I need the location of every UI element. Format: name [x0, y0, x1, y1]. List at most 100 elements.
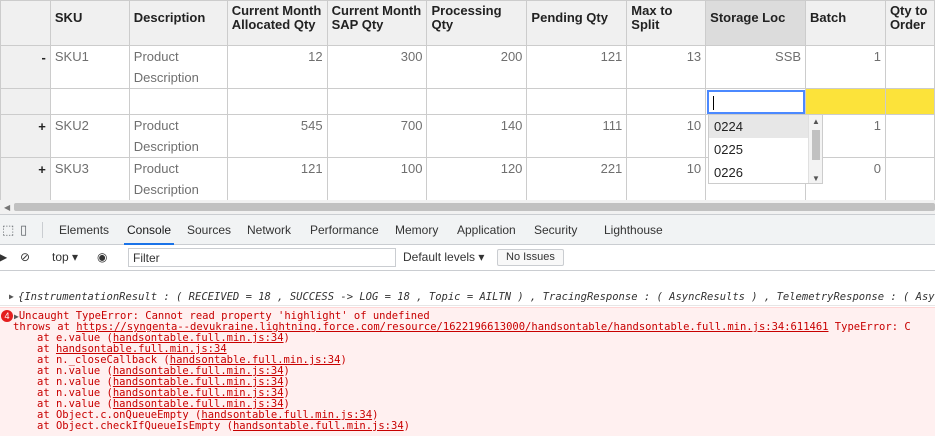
frame-link[interactable]: handsontable.full.min.js:34 — [233, 420, 404, 432]
header-qty-to-order[interactable]: Qty to Order — [884, 0, 935, 46]
row-expand-toggle[interactable]: + — [0, 157, 51, 200]
header-current-month-sap-qty[interactable]: Current Month SAP Qty — [326, 0, 428, 46]
cell-sku[interactable]: SKU1 — [49, 45, 130, 89]
cell-batch-highlighted[interactable] — [805, 88, 886, 115]
issues-button[interactable]: No Issues — [497, 249, 564, 266]
cell-processing-qty[interactable]: 120 — [426, 157, 528, 200]
tab-security[interactable]: Security — [531, 215, 580, 245]
tab-lighthouse[interactable]: Lighthouse — [601, 215, 666, 245]
inspect-element-icon[interactable]: ⬚ — [2, 222, 14, 238]
header-sku[interactable]: SKU — [49, 0, 130, 46]
scrollbar-thumb[interactable] — [14, 203, 935, 211]
frame-prefix: at Object.checkIfQueueIsEmpty ( — [37, 420, 233, 432]
divider — [42, 222, 43, 238]
device-toolbar-icon[interactable]: ▯ — [20, 222, 27, 238]
console-error-message: 4 ▶Uncaught TypeError: Cannot read prope… — [0, 307, 935, 436]
header-description[interactable]: Description — [128, 0, 228, 46]
cell-qty-to-order-highlighted[interactable] — [884, 88, 935, 115]
cell-processing-qty[interactable] — [426, 88, 528, 115]
sidebar-toggle-icon[interactable]: ▶ — [0, 250, 7, 264]
expand-arrow-icon[interactable]: ▶ — [9, 288, 14, 305]
frame-suffix: ) — [340, 354, 347, 366]
cell-processing-qty[interactable]: 140 — [426, 114, 528, 158]
tab-network[interactable]: Network — [244, 215, 294, 245]
cell-description[interactable]: Product Description — [128, 114, 228, 158]
dropdown-option[interactable]: 0224 — [709, 115, 822, 138]
cell-current-month-sap-qty[interactable] — [326, 88, 428, 115]
cell-current-month-allocated-qty[interactable]: 121 — [226, 157, 328, 200]
cell-description[interactable]: Product Description — [128, 157, 228, 200]
cell-storage-loc[interactable]: SSB — [705, 45, 807, 89]
devtools-tab-bar: ⬚ ▯ Elements Console Sources Network Per… — [0, 215, 935, 245]
tab-console[interactable]: Console — [124, 215, 175, 245]
tab-application[interactable]: Application — [454, 215, 519, 245]
text-caret — [713, 96, 715, 110]
dropdown-option[interactable]: 0226 — [709, 161, 822, 183]
header-current-month-allocated-qty[interactable]: Current Month Allocated Qty — [226, 0, 328, 46]
cell-batch[interactable]: 1 — [805, 45, 886, 89]
console-log-message[interactable]: ▶ {InstrumentationResult : ( RECEIVED = … — [0, 288, 935, 306]
devtools-panel: ⬚ ▯ Elements Console Sources Network Per… — [0, 214, 935, 436]
header-processing-qty[interactable]: Processing Qty — [426, 0, 528, 46]
cell-sku[interactable] — [49, 88, 130, 115]
row-collapse-toggle[interactable]: - — [0, 45, 51, 89]
cell-max-to-split[interactable]: 10 — [626, 157, 707, 200]
cell-pending-qty[interactable] — [526, 88, 628, 115]
cell-qty-to-order[interactable] — [884, 114, 935, 158]
cell-max-to-split[interactable]: 13 — [626, 45, 707, 89]
throws-suffix: TypeError: C — [828, 321, 911, 333]
live-expression-eye-icon[interactable]: ◉ — [97, 250, 107, 264]
clear-console-icon[interactable]: ⊘ — [20, 250, 30, 264]
cell-sku[interactable]: SKU3 — [49, 157, 130, 200]
header-pending-qty[interactable]: Pending Qty — [526, 0, 628, 46]
header-storage-loc[interactable]: Storage Loc — [705, 0, 807, 46]
cell-pending-qty[interactable]: 121 — [526, 45, 628, 89]
frame-suffix: ) — [403, 420, 410, 432]
scroll-up-arrow-icon[interactable]: ▲ — [812, 117, 820, 126]
context-label: top — [52, 250, 69, 264]
cell-current-month-allocated-qty[interactable]: 12 — [226, 45, 328, 89]
log-levels-label: Default levels — [403, 250, 476, 264]
cell-current-month-allocated-qty[interactable]: 545 — [226, 114, 328, 158]
cell-current-month-sap-qty[interactable]: 100 — [326, 157, 428, 200]
cell-qty-to-order[interactable] — [884, 157, 935, 200]
scroll-down-arrow-icon[interactable]: ▼ — [812, 174, 820, 183]
table-row: - SKU1 Product Description 12 300 200 12… — [0, 45, 935, 89]
cell-description[interactable] — [128, 88, 228, 115]
storage-loc-dropdown: 0224 0225 0226 ▲ ▼ — [708, 114, 823, 184]
storage-loc-editor-cell[interactable] — [705, 88, 807, 115]
filter-input[interactable] — [128, 248, 396, 267]
cell-max-to-split[interactable] — [626, 88, 707, 115]
table-row-subrow — [0, 88, 935, 115]
horizontal-scrollbar[interactable]: ◀ — [0, 200, 935, 214]
handsontable-grid: SKU Description Current Month Allocated … — [0, 0, 935, 200]
cell-sku[interactable]: SKU2 — [49, 114, 130, 158]
cell-pending-qty[interactable]: 111 — [526, 114, 628, 158]
log-levels-dropdown[interactable]: Default levels ▾ — [403, 250, 484, 264]
scrollbar-thumb[interactable] — [812, 130, 820, 160]
cell-qty-to-order[interactable] — [884, 45, 935, 89]
error-count-badge: 4 — [1, 310, 13, 322]
tab-performance[interactable]: Performance — [307, 215, 382, 245]
dropdown-scrollbar[interactable]: ▲ ▼ — [808, 115, 822, 183]
tab-memory[interactable]: Memory — [392, 215, 441, 245]
context-selector[interactable]: top ▾ — [52, 250, 78, 264]
scroll-left-arrow-icon[interactable]: ◀ — [4, 203, 10, 212]
console-output: ▶ {InstrumentationResult : ( RECEIVED = … — [0, 272, 935, 436]
tab-elements[interactable]: Elements — [56, 215, 112, 245]
dropdown-option[interactable]: 0225 — [709, 138, 822, 161]
header-max-to-split[interactable]: Max to Split — [626, 0, 707, 46]
row-expand-toggle[interactable]: + — [0, 114, 51, 158]
storage-loc-editor-input[interactable] — [707, 90, 805, 114]
cell-pending-qty[interactable]: 221 — [526, 157, 628, 200]
console-toolbar: ▶ ⊘ top ▾ ◉ Default levels ▾ No Issues — [0, 245, 935, 271]
cell-current-month-sap-qty[interactable]: 700 — [326, 114, 428, 158]
cell-current-month-allocated-qty[interactable] — [226, 88, 328, 115]
header-batch[interactable]: Batch — [805, 0, 886, 46]
cell-max-to-split[interactable]: 10 — [626, 114, 707, 158]
cell-description[interactable]: Product Description — [128, 45, 228, 89]
tab-sources[interactable]: Sources — [184, 215, 234, 245]
cell-current-month-sap-qty[interactable]: 300 — [326, 45, 428, 89]
log-text: {InstrumentationResult : ( RECEIVED = 18… — [18, 291, 935, 303]
cell-processing-qty[interactable]: 200 — [426, 45, 528, 89]
